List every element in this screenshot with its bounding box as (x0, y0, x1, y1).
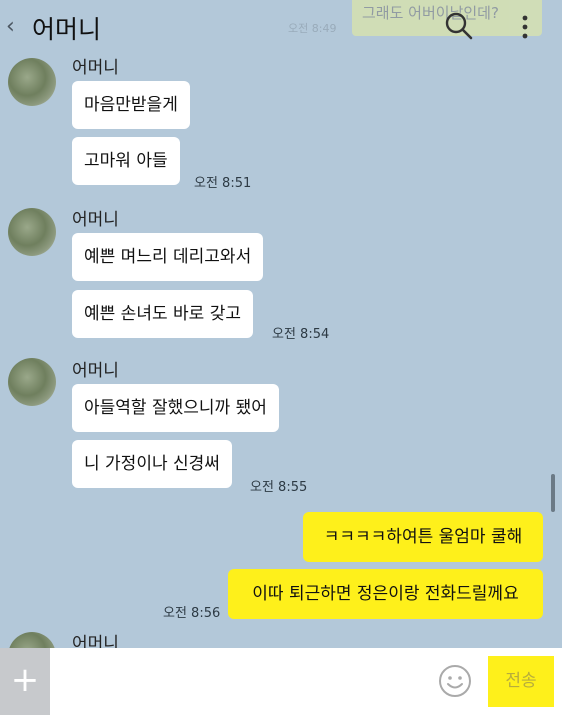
message-bubble-incoming[interactable]: 예쁜 며느리 데리고와서 (72, 233, 264, 281)
message-input[interactable] (56, 654, 430, 711)
message-bubble-incoming[interactable]: 아들역할 잘했으니까 됐어 (72, 384, 279, 432)
message-bubble-incoming[interactable]: 예쁜 손녀도 바로 갖고 (72, 290, 253, 338)
plus-icon[interactable]: + (0, 648, 50, 715)
avatar[interactable] (8, 358, 56, 406)
message-bubble-incoming[interactable]: 마음만받을게 (72, 81, 190, 129)
message-time: 오전 8:54 (272, 327, 330, 342)
avatar[interactable] (8, 208, 56, 256)
message-bubble-incoming[interactable]: 니 가정이나 신경써 (72, 440, 232, 488)
scrollbar[interactable] (551, 474, 555, 512)
message-time: 오전 8:56 (163, 606, 221, 621)
message-bubble-outgoing[interactable]: ㅋㅋㅋㅋ하여튼 울엄마 쿨해 (303, 512, 543, 562)
send-button[interactable]: 전송 (488, 656, 554, 707)
chat-header: 그래도 어버이날인데? 오전 8:49 ‹ 어머니 (0, 0, 562, 52)
more-vertical-icon[interactable] (515, 12, 535, 42)
message-bubble-outgoing[interactable]: 이따 퇴근하면 정은이랑 전화드릴께요 (228, 569, 543, 619)
chat-title: 어머니 (32, 15, 102, 44)
sender-name: 어머니 (72, 361, 119, 381)
previous-message-time: 오전 8:49 (288, 22, 337, 35)
message-time: 오전 8:55 (250, 480, 308, 495)
emoji-icon[interactable] (438, 664, 472, 698)
chevron-left-icon[interactable]: ‹ (6, 14, 15, 39)
search-icon[interactable] (444, 11, 474, 41)
message-bubble-incoming[interactable]: 고마워 아들 (72, 137, 180, 185)
sender-name: 어머니 (72, 58, 119, 78)
input-bar: + 전송 (0, 648, 562, 715)
sender-name: 어머니 (72, 210, 119, 230)
message-time: 오전 8:51 (194, 176, 252, 191)
avatar[interactable] (8, 58, 56, 106)
